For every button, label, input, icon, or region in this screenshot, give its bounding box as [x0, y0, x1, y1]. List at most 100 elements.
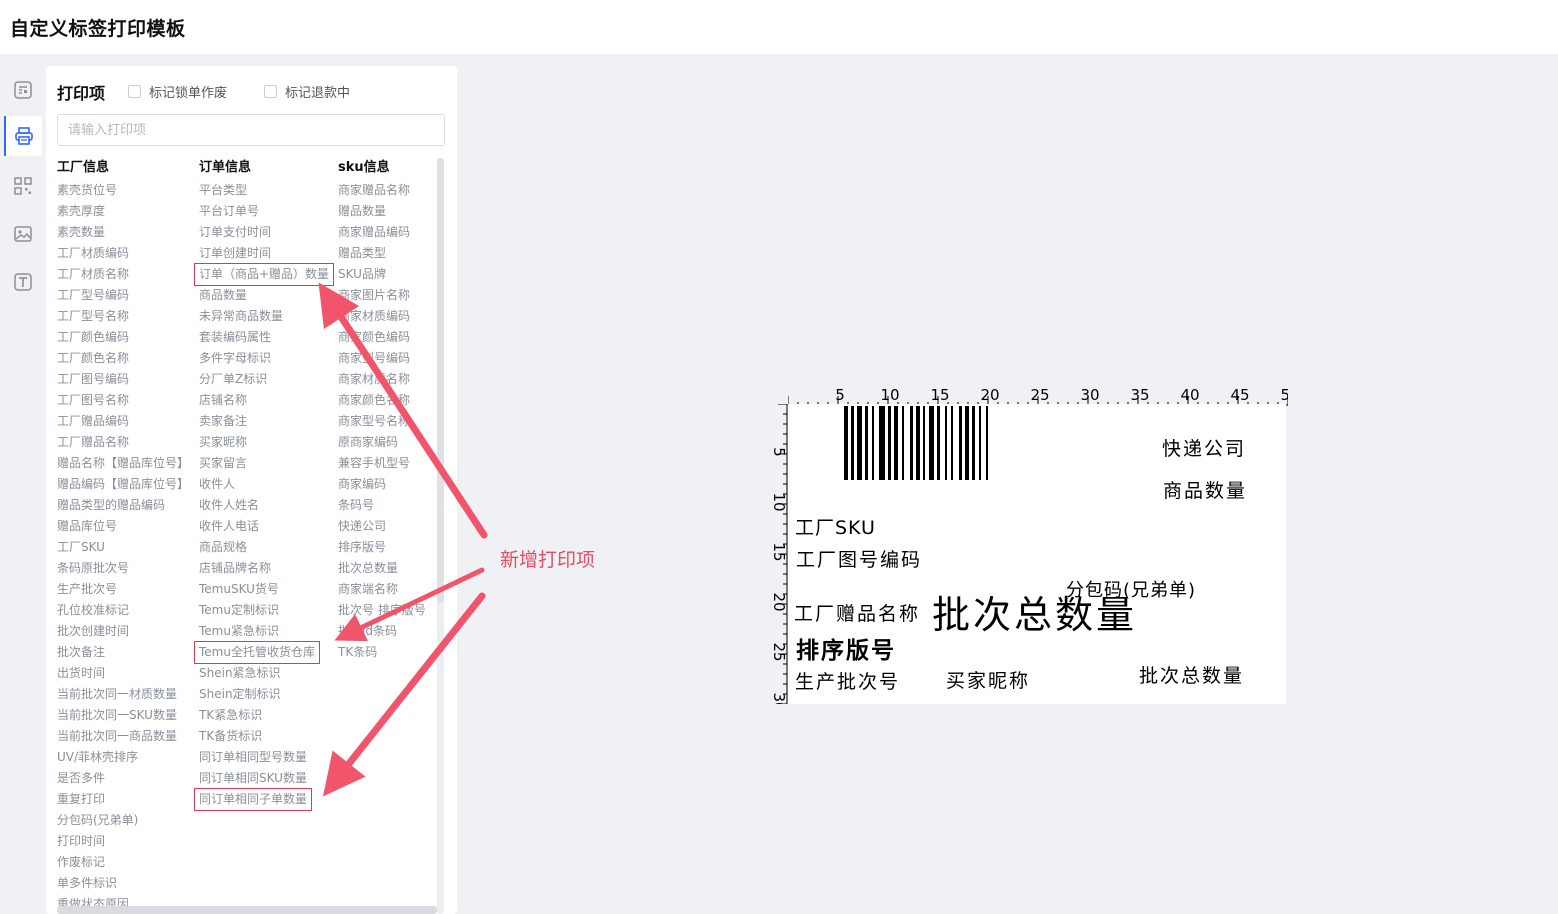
print-item[interactable]: 生产批次号	[57, 579, 189, 600]
label-field-factory-drawing-code[interactable]: 工厂图号编码	[796, 545, 922, 572]
print-item[interactable]: 分厂单Z标识	[199, 369, 333, 390]
print-item[interactable]: 孔位校准标记	[57, 600, 189, 621]
scrollbar-thumb[interactable]	[437, 158, 444, 603]
label-field-buyer-nick[interactable]: 买家昵称	[946, 666, 1030, 693]
print-item[interactable]: 赠品编码【赠品库位号】	[57, 474, 189, 495]
print-item[interactable]: 批次号 排序版号	[338, 600, 426, 621]
print-item[interactable]: 商家材质编码	[338, 306, 426, 327]
print-item[interactable]: TK条码	[338, 642, 426, 663]
barcode[interactable]	[844, 406, 1118, 480]
lock-void-checkbox[interactable]: 标记锁单作废	[128, 82, 227, 101]
print-item[interactable]: 分包码(兄弟单)	[57, 810, 189, 831]
print-item[interactable]: 赠品类型	[338, 243, 426, 264]
print-item[interactable]: 店铺品牌名称	[199, 558, 333, 579]
label-field-production-batch[interactable]: 生产批次号	[795, 667, 900, 694]
rail-button-image[interactable]	[4, 214, 42, 254]
print-item[interactable]: 商家端名称	[338, 579, 426, 600]
print-item[interactable]: 商家编码	[338, 474, 426, 495]
print-item[interactable]: 批次id条码	[338, 621, 426, 642]
print-item[interactable]: Temu定制标识	[199, 600, 333, 621]
label-field-factory-gift-name[interactable]: 工厂赠品名称	[794, 599, 920, 626]
print-item[interactable]: 工厂材质编码	[57, 243, 189, 264]
print-item[interactable]: 工厂赠品编码	[57, 411, 189, 432]
print-item[interactable]: 工厂型号名称	[57, 306, 189, 327]
print-item[interactable]: 单多件标识	[57, 873, 189, 894]
print-item[interactable]: 出货时间	[57, 663, 189, 684]
print-item[interactable]: 买家留言	[199, 453, 333, 474]
print-item[interactable]: 平台类型	[199, 180, 333, 201]
print-item[interactable]: 工厂颜色编码	[57, 327, 189, 348]
rail-button-qrcode[interactable]	[4, 166, 42, 206]
print-item[interactable]: 商家赠品名称	[338, 180, 426, 201]
checkbox-box[interactable]	[264, 85, 277, 98]
print-item[interactable]: 赠品名称【赠品库位号】	[57, 453, 189, 474]
label-preview[interactable]: 快递公司 商品数量 工厂SKU 工厂图号编码 分包码(兄弟单) 工厂赠品名称 批…	[788, 404, 1286, 704]
print-item[interactable]: SKU品牌	[338, 264, 426, 285]
print-item[interactable]: TK紧急标识	[199, 705, 333, 726]
rail-button-template[interactable]	[4, 70, 42, 110]
print-item[interactable]: 工厂型号编码	[57, 285, 189, 306]
print-item[interactable]: 收件人	[199, 474, 333, 495]
print-item[interactable]: 工厂图号编码	[57, 369, 189, 390]
print-item[interactable]: 当前批次同一材质数量	[57, 684, 189, 705]
print-item[interactable]: 商家型号编码	[338, 348, 426, 369]
print-item[interactable]: 同订单相同型号数量	[199, 747, 333, 768]
refunding-checkbox[interactable]: 标记退款中	[264, 82, 350, 101]
print-item[interactable]: 工厂材质名称	[57, 264, 189, 285]
print-item[interactable]: 商品数量	[199, 285, 333, 306]
label-field-express[interactable]: 快递公司	[1162, 434, 1246, 461]
print-item[interactable]: 平台订单号	[199, 201, 333, 222]
checkbox-box[interactable]	[128, 85, 141, 98]
print-item[interactable]: 商家图片名称	[338, 285, 426, 306]
print-item[interactable]: 商家型号名称	[338, 411, 426, 432]
rail-button-print-items[interactable]	[4, 116, 42, 156]
print-item[interactable]: 商家赠品编码	[338, 222, 426, 243]
print-item[interactable]: 工厂颜色名称	[57, 348, 189, 369]
print-item[interactable]: 批次总数量	[338, 558, 426, 579]
print-item[interactable]: 排序版号	[338, 537, 426, 558]
print-item[interactable]: TK备货标识	[199, 726, 333, 747]
print-item[interactable]: 批次备注	[57, 642, 189, 663]
print-item[interactable]: Temu紧急标识	[199, 621, 333, 642]
vertical-scrollbar[interactable]	[437, 158, 444, 914]
print-item[interactable]: 工厂赠品名称	[57, 432, 189, 453]
print-item[interactable]: 素壳厚度	[57, 201, 189, 222]
print-item[interactable]: 条码原批次号	[57, 558, 189, 579]
print-item[interactable]: 同订单相同SKU数量	[199, 768, 333, 789]
print-item[interactable]: 重复打印	[57, 789, 189, 810]
print-item[interactable]: 收件人电话	[199, 516, 333, 537]
print-item[interactable]: 商家颜色编码	[338, 327, 426, 348]
print-item[interactable]: 商品规格	[199, 537, 333, 558]
label-field-batch-total-large[interactable]: 批次总数量	[932, 584, 1137, 639]
print-item[interactable]: 商家材质名称	[338, 369, 426, 390]
print-item[interactable]: 卖家备注	[199, 411, 333, 432]
print-item[interactable]: 原商家编码	[338, 432, 426, 453]
print-item[interactable]: 未异常商品数量	[199, 306, 333, 327]
rail-button-text[interactable]	[4, 262, 42, 302]
print-item[interactable]: 作废标记	[57, 852, 189, 873]
print-item[interactable]: 批次创建时间	[57, 621, 189, 642]
print-item[interactable]: Shein定制标识	[199, 684, 333, 705]
print-item[interactable]: 条码号	[338, 495, 426, 516]
print-item[interactable]: 订单支付时间	[199, 222, 333, 243]
print-item[interactable]: 工厂SKU	[57, 537, 189, 558]
print-item[interactable]: 素壳数量	[57, 222, 189, 243]
search-input[interactable]	[57, 114, 445, 146]
horizontal-scrollbar[interactable]	[57, 906, 437, 914]
print-item-highlighted[interactable]: Temu全托管收货仓库	[194, 641, 320, 664]
print-item[interactable]: 是否多件	[57, 768, 189, 789]
print-item[interactable]: 订单创建时间	[199, 243, 333, 264]
print-item-highlighted[interactable]: 同订单相同子单数量	[193, 788, 313, 811]
print-item[interactable]: 买家昵称	[199, 432, 333, 453]
print-item[interactable]: 当前批次同一SKU数量	[57, 705, 189, 726]
print-item-highlighted[interactable]: 订单（商品+赠品）数量	[193, 263, 335, 286]
label-field-batch-total-small[interactable]: 批次总数量	[1139, 661, 1244, 688]
label-field-factory-sku[interactable]: 工厂SKU	[795, 513, 876, 540]
print-item[interactable]: 打印时间	[57, 831, 189, 852]
print-item[interactable]: 赠品数量	[338, 201, 426, 222]
print-item[interactable]: 收件人姓名	[199, 495, 333, 516]
print-item[interactable]: UV/菲林壳排序	[57, 747, 189, 768]
print-item[interactable]: Shein紧急标识	[199, 663, 333, 684]
print-item[interactable]: TemuSKU货号	[199, 579, 333, 600]
print-item[interactable]: 工厂图号名称	[57, 390, 189, 411]
